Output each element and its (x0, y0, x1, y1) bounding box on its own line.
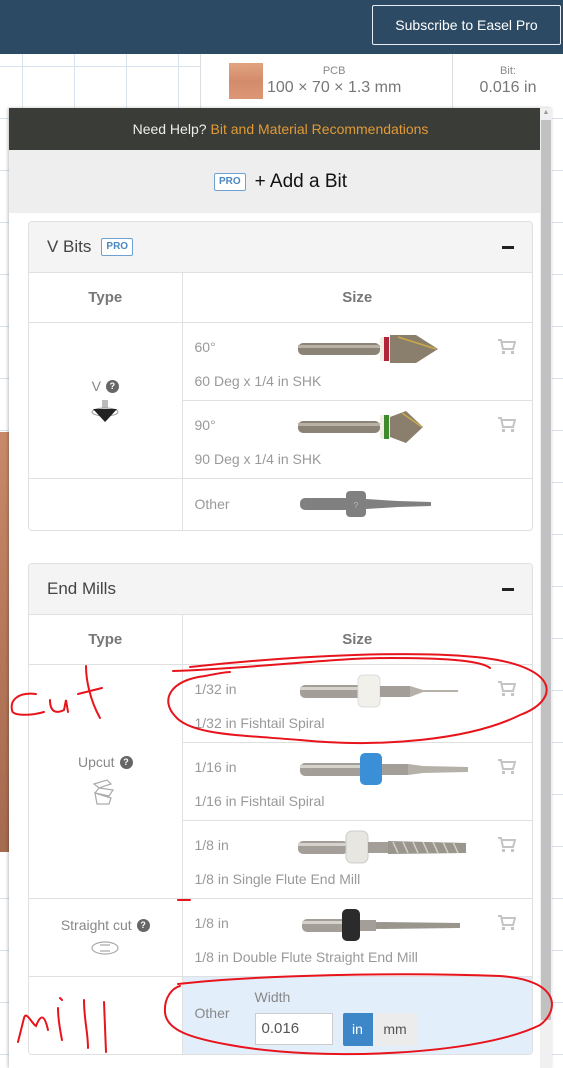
help-icon[interactable]: ? (119, 755, 133, 769)
column-header-size: Size (182, 615, 532, 665)
bit-size: 1/16 in (194, 758, 237, 775)
bit-option[interactable]: 1/32 in 1/32 in Fishtail Spiral (182, 664, 532, 743)
bit-description: 1/8 in Double Flute Straight End Mill (194, 948, 418, 965)
bit-type-name: V (91, 378, 101, 394)
other-label: Other (194, 1004, 230, 1021)
help-icon[interactable]: ? (105, 379, 119, 393)
bit-size: 60° (194, 338, 216, 355)
unit-in-toggle[interactable]: in (342, 1012, 373, 1046)
section-title: V Bits (47, 237, 92, 256)
bit-type-cell-empty (29, 478, 183, 530)
bits-table: Type Size Upcut ? 1/32 in 1/32 in Fishta… (29, 615, 532, 1054)
end-mill-1-8-double-flute-image (301, 908, 460, 941)
bits-table: Type Size V ? 60° 60 Deg x 1/4 in SHK 90… (29, 273, 532, 530)
custom-bit-option[interactable]: Other Width in mm (182, 976, 532, 1054)
column-header-type: Type (29, 273, 183, 323)
v-bit-60-image (297, 334, 438, 363)
bit-type-cell: Straight cut ? (29, 898, 183, 977)
bit-option[interactable]: 1/16 in 1/16 in Fishtail Spiral (182, 742, 532, 821)
recommendations-link[interactable]: Bit and Material Recommendations (211, 121, 429, 137)
v-bit-icon (91, 400, 119, 422)
top-navigation-bar: Subscribe to Easel Pro (0, 0, 563, 54)
bit-option[interactable]: 1/8 in 1/8 in Double Flute Straight End … (182, 898, 532, 977)
collar (383, 336, 389, 361)
collapse-icon[interactable] (502, 587, 514, 591)
add-bit-button[interactable]: + Add a Bit (255, 171, 347, 193)
custom-width-input[interactable] (254, 1012, 333, 1045)
bit-description: 90 Deg x 1/4 in SHK (194, 450, 322, 467)
scrollbar-thumb[interactable] (541, 120, 551, 1020)
end-mill-1-8-single-flute-image (297, 830, 466, 863)
material-swatch (229, 63, 263, 99)
v-bit-90-image (297, 410, 423, 443)
bit-type-cell: V ? (29, 322, 183, 479)
bit-type-cell: Upcut ? (29, 664, 183, 899)
bit-label: Bit: (500, 65, 516, 77)
bit-description: 1/8 in Single Flute End Mill (194, 870, 361, 887)
bit-size: 1/8 in (194, 914, 229, 931)
svg-text:?: ? (353, 501, 358, 510)
bit-description: 1/16 in Fishtail Spiral (194, 792, 325, 809)
bit-type-cell-empty (29, 976, 183, 1054)
bit-option[interactable]: 90° 90 Deg x 1/4 in SHK (182, 400, 532, 479)
cart-icon[interactable] (498, 680, 516, 697)
cart-icon[interactable] (498, 836, 516, 853)
bit-type-name: Straight cut (60, 917, 132, 933)
pro-badge: PRO (101, 238, 134, 256)
unit-mm-toggle[interactable]: mm (372, 1012, 418, 1046)
help-bar: Need Help? Bit and Material Recommendati… (9, 108, 552, 150)
collar (383, 414, 389, 439)
width-label: Width (254, 988, 291, 1005)
scrollbar[interactable]: ▲ (540, 108, 552, 1068)
cart-icon[interactable] (498, 758, 516, 775)
help-icon[interactable]: ? (136, 918, 150, 932)
v-bits-section: V Bits PRO Type Size V ? 60° 60 Deg x 1/… (28, 221, 533, 531)
cart-icon[interactable] (498, 338, 516, 355)
cart-icon[interactable] (498, 914, 516, 931)
bit-selector[interactable]: Bit: 0.016 in (453, 54, 563, 108)
subscribe-pro-button[interactable]: Subscribe to Easel Pro (372, 5, 561, 45)
column-header-size: Size (182, 273, 532, 323)
pro-badge: PRO (213, 172, 246, 191)
bit-option[interactable]: 1/8 in 1/8 in Single Flute End Mill (182, 820, 532, 899)
bit-size: 1/8 in (194, 836, 229, 853)
collapse-icon[interactable] (502, 245, 514, 249)
upcut-icon (92, 779, 115, 805)
bit-size: 90° (194, 416, 216, 433)
bit-size: 1/32 in (194, 680, 237, 697)
bit-selection-panel: Need Help? Bit and Material Recommendati… (9, 108, 552, 1068)
bit-value: 0.016 in (479, 79, 537, 96)
material-selector[interactable]: PCB 100 × 70 × 1.3 mm (201, 54, 453, 108)
material-bit-info-bar: PCB 100 × 70 × 1.3 mm Bit: 0.016 in (200, 54, 563, 108)
other-bit-option[interactable]: Other ? (182, 478, 532, 530)
material-dimensions: 100 × 70 × 1.3 mm (267, 79, 402, 96)
generic-bit-image: ? (299, 490, 431, 517)
section-title: End Mills (47, 579, 116, 598)
help-prefix: Need Help? (132, 121, 207, 137)
add-bit-row[interactable]: PRO + Add a Bit (9, 150, 552, 213)
end-mill-1-16-image (299, 752, 468, 785)
section-header[interactable]: V Bits PRO (29, 222, 532, 273)
straight-cut-icon (91, 941, 119, 955)
bit-type-name: Upcut (77, 754, 115, 770)
scroll-up-arrow-icon[interactable]: ▲ (541, 108, 551, 118)
column-header-type: Type (29, 615, 183, 665)
other-label: Other (194, 495, 230, 512)
material-name: PCB (322, 65, 346, 77)
cart-icon[interactable] (498, 416, 516, 433)
section-header[interactable]: End Mills (29, 564, 532, 615)
bit-description: 1/32 in Fishtail Spiral (194, 714, 325, 731)
bit-description: 60 Deg x 1/4 in SHK (194, 372, 322, 389)
end-mill-1-32-image (299, 674, 458, 707)
bit-option[interactable]: 60° 60 Deg x 1/4 in SHK (182, 322, 532, 401)
end-mills-section: End Mills Type Size Upcut ? 1/32 in 1/32… (28, 563, 533, 1055)
